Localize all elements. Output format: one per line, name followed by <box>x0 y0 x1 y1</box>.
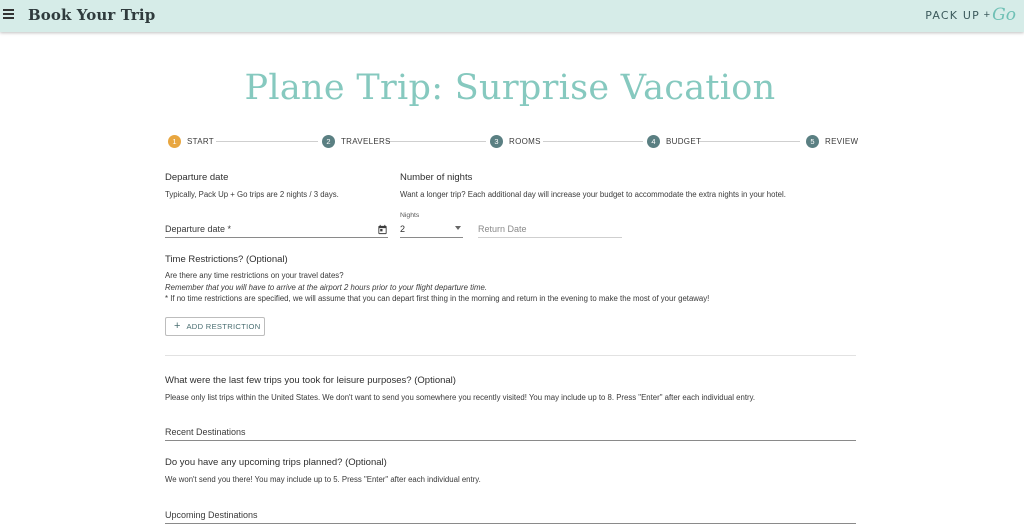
calendar-icon[interactable] <box>377 224 388 235</box>
step-number: 3 <box>490 134 503 148</box>
step-label: BUDGET <box>666 136 702 146</box>
section-divider <box>165 355 856 356</box>
step-connector <box>698 141 800 142</box>
step-review[interactable]: 5 REVIEW <box>806 134 858 148</box>
plus-icon: + <box>174 320 181 332</box>
brand-logo-text: PACK UP <box>925 9 980 22</box>
step-connector <box>386 141 486 142</box>
recent-trips-helper: Please only list trips within the United… <box>165 393 756 402</box>
time-restrictions-airport-note: Remember that you will have to arrive at… <box>165 283 487 292</box>
brand-logo-go: Go <box>992 5 1016 25</box>
departure-date-placeholder: Departure date * <box>165 224 232 234</box>
hamburger-menu-icon[interactable] <box>3 8 15 22</box>
top-app-bar: Book Your Trip PACK UP + Go <box>0 0 1024 32</box>
upcoming-trips-helper: We won't send you there! You may include… <box>165 475 481 484</box>
nights-select-value: 2 <box>400 224 406 234</box>
progress-stepper: 1 START 2 TRAVELERS 3 ROOMS 4 BUDGET 5 R… <box>168 134 858 148</box>
return-date-field[interactable]: Return Date <box>478 220 622 238</box>
app-title: Book Your Trip <box>28 6 156 24</box>
time-restrictions-default-note: * If no time restrictions are specified,… <box>165 294 710 303</box>
step-number: 4 <box>647 134 660 148</box>
brand-logo-plus: + <box>983 9 990 21</box>
upcoming-destinations-placeholder: Upcoming Destinations <box>165 510 258 520</box>
time-restrictions-question: Are there any time restrictions on your … <box>165 271 344 280</box>
recent-destinations-placeholder: Recent Destinations <box>165 427 246 437</box>
step-number: 1 <box>168 134 181 148</box>
add-restriction-label: ADD RESTRICTION <box>186 322 261 331</box>
step-number: 2 <box>322 134 335 148</box>
step-label: REVIEW <box>825 136 859 146</box>
departure-date-heading: Departure date <box>165 172 229 183</box>
step-connector <box>216 141 318 142</box>
step-number: 5 <box>806 134 819 148</box>
return-date-placeholder: Return Date <box>478 224 527 234</box>
time-restrictions-heading: Time Restrictions? (Optional) <box>165 254 288 265</box>
recent-destinations-field[interactable]: Recent Destinations <box>165 423 856 441</box>
add-restriction-button[interactable]: + ADD RESTRICTION <box>165 317 265 336</box>
upcoming-destinations-field[interactable]: Upcoming Destinations <box>165 506 856 524</box>
step-label: START <box>187 136 214 146</box>
departure-date-field[interactable]: Departure date * <box>165 220 388 238</box>
step-label: ROOMS <box>509 136 541 146</box>
step-rooms[interactable]: 3 ROOMS <box>490 134 541 148</box>
chevron-down-icon <box>455 226 461 230</box>
step-connector <box>543 141 643 142</box>
number-of-nights-heading: Number of nights <box>400 172 473 183</box>
departure-date-helper: Typically, Pack Up + Go trips are 2 nigh… <box>165 190 339 199</box>
step-budget[interactable]: 4 BUDGET <box>647 134 701 148</box>
brand-logo[interactable]: PACK UP + Go <box>925 5 1016 27</box>
recent-trips-heading: What were the last few trips you took fo… <box>165 375 456 386</box>
step-start[interactable]: 1 START <box>168 134 214 148</box>
upcoming-trips-heading: Do you have any upcoming trips planned? … <box>165 457 387 468</box>
page-title: Plane Trip: Surprise Vacation <box>244 68 776 108</box>
nights-select[interactable]: 2 <box>400 220 463 238</box>
step-label: TRAVELERS <box>341 136 391 146</box>
number-of-nights-helper: Want a longer trip? Each additional day … <box>400 190 786 199</box>
nights-select-label: Nights <box>400 212 420 219</box>
step-travelers[interactable]: 2 TRAVELERS <box>322 134 391 148</box>
